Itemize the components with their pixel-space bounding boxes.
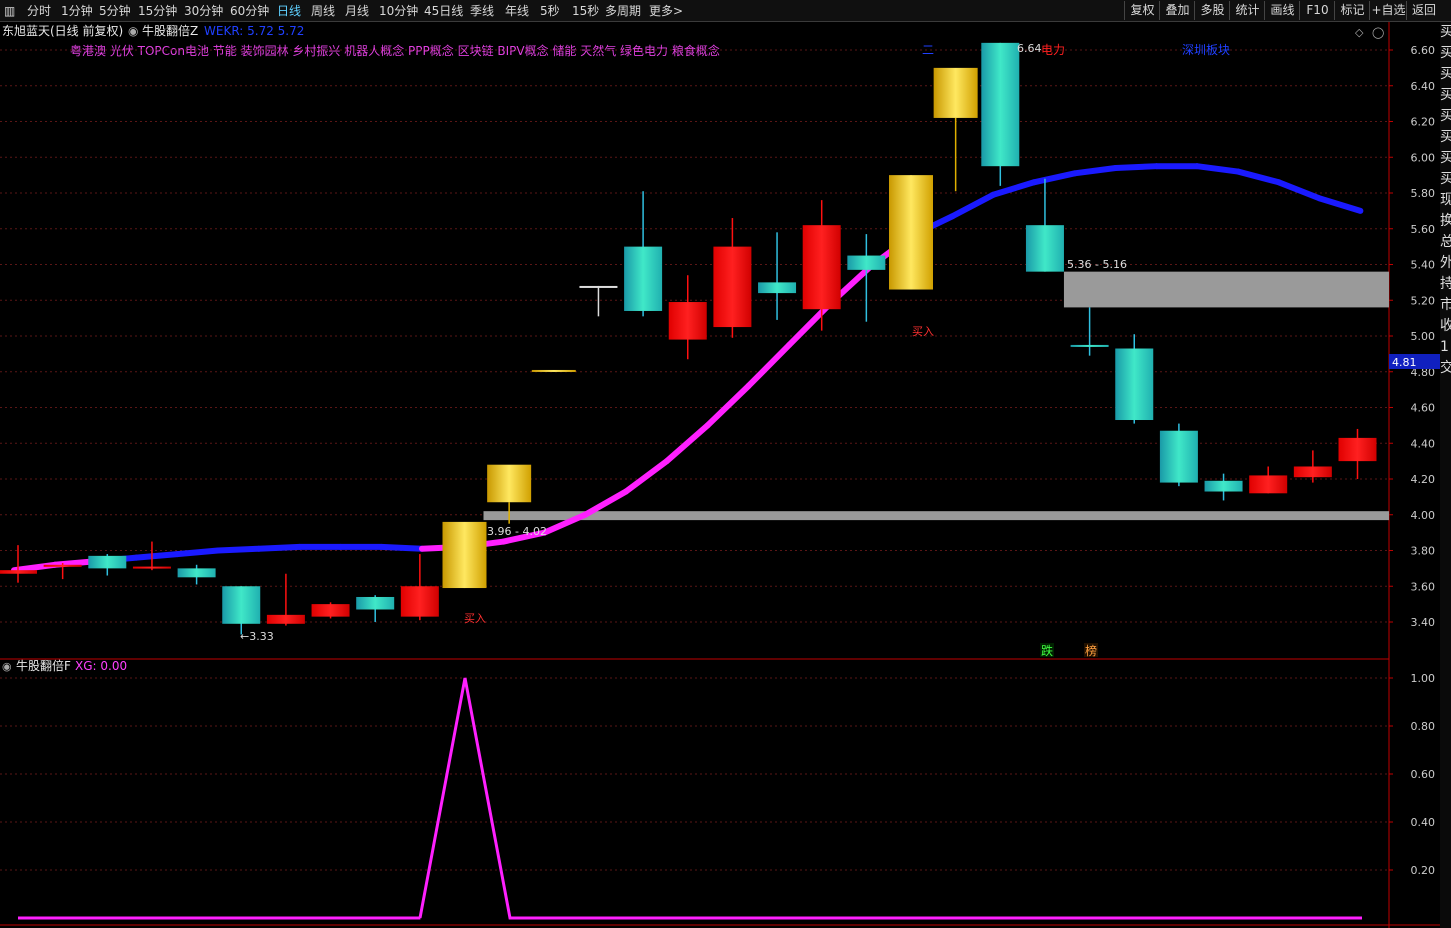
trend-segment-4 [174, 547, 221, 558]
candle-body-1 [43, 564, 82, 567]
diamond-icon[interactable]: ◇ [1355, 26, 1364, 39]
xg-panel-icon[interactable]: ◉ [2, 660, 12, 673]
trend-segment-6 [255, 543, 303, 552]
trend-segment-25 [1031, 170, 1078, 186]
candle-body-26 [1159, 430, 1198, 483]
zone-upper-label: 5.36 - 5.16 [1067, 258, 1127, 271]
buy-label-2: 买入 [912, 325, 934, 338]
price-tick-label-8: 5.00 [1411, 330, 1436, 343]
xg-tick-label-2: 0.60 [1411, 768, 1436, 781]
tag-shenzhen: 深圳板块 [1182, 43, 1230, 57]
candle-body-11 [487, 464, 532, 503]
price-tick-label-0: 3.40 [1411, 616, 1436, 629]
candle-body-3 [132, 566, 171, 569]
label-low: ←3.33 [240, 630, 274, 643]
candle-body-0 [0, 570, 37, 574]
tag-er: 二 [922, 43, 934, 57]
fall-badge: 跌 [1041, 643, 1053, 658]
price-tick-label-15: 6.40 [1411, 80, 1436, 93]
trend-segment-15 [623, 458, 670, 495]
candle-body-14 [624, 246, 663, 311]
trend-segment-30 [1235, 168, 1282, 186]
candle-body-25 [1115, 348, 1154, 421]
candle-body-20 [889, 175, 933, 290]
candlestick-chart: 3.403.603.804.004.204.404.604.805.005.20… [0, 22, 1440, 928]
xg-value: XG: 0.00 [75, 659, 127, 673]
candle-body-28 [1249, 475, 1288, 494]
zone-lower-label: 3.96 - 4.02 [487, 525, 547, 538]
candle-body-8 [356, 596, 395, 610]
trend-segment-17 [704, 383, 752, 429]
candle-body-21 [933, 67, 978, 118]
sidebar-text: 买买买买买买买买现换总外持市收1交 [1440, 24, 1451, 376]
trend-segment-24 [990, 179, 1037, 198]
price-tick-label-12: 5.80 [1411, 187, 1436, 200]
candle-body-22 [981, 42, 1020, 167]
trend-segment-18 [745, 341, 793, 390]
candle-body-7 [311, 604, 350, 617]
xg-tick-label-0: 0.20 [1411, 864, 1436, 877]
candle-body-10 [442, 521, 487, 589]
trend-line [11, 163, 1364, 574]
xg-panel-title[interactable]: 牛股翻倍F [16, 658, 71, 673]
price-tick-label-5: 4.40 [1411, 437, 1436, 450]
candle-body-17 [758, 282, 797, 294]
trend-segment-19 [786, 300, 833, 348]
candle-body-18 [802, 225, 841, 310]
list-badge: 榜 [1085, 643, 1097, 658]
candle-body-19 [847, 255, 886, 270]
current-price: 4.81 [1392, 356, 1417, 369]
xg-tick-label-4: 1.00 [1411, 672, 1436, 685]
candle-body-6 [266, 614, 305, 624]
price-tick-label-16: 6.60 [1411, 44, 1436, 57]
candle-body-27 [1204, 480, 1243, 492]
price-tick-label-14: 6.20 [1411, 116, 1436, 129]
candle-body-24 [1070, 344, 1109, 347]
candle-body-30 [1338, 437, 1377, 462]
price-tick-label-1: 3.60 [1411, 580, 1436, 593]
candle-body-15 [668, 302, 707, 340]
candle-body-9 [400, 586, 439, 617]
candle-body-16 [713, 246, 752, 328]
price-tick-label-10: 5.40 [1411, 259, 1436, 272]
annotations: 6.64 ←3.33 5.36 - 5.16 3.96 - 4.02 买入 买入… [2, 26, 1440, 673]
settings-icon[interactable]: ◯ [1372, 26, 1384, 39]
trend-segment-32 [1316, 195, 1364, 214]
price-tick-label-11: 5.60 [1411, 223, 1436, 236]
price-zone-0 [483, 511, 1389, 521]
trend-segment-9 [378, 543, 425, 552]
candle-body-2 [88, 555, 127, 569]
trend-segment-31 [1275, 179, 1323, 202]
candles [0, 42, 1377, 635]
trend-segment-27 [1112, 163, 1160, 171]
xg-tick-label-1: 0.40 [1411, 816, 1436, 829]
candle-body-23 [1025, 225, 1064, 272]
candle-body-4 [177, 568, 216, 578]
trend-segment-23 [949, 191, 997, 220]
trend-segment-5 [215, 545, 262, 554]
price-tick-label-13: 6.00 [1411, 151, 1436, 164]
price-tick-label-9: 5.20 [1411, 294, 1436, 307]
price-tick-label-6: 4.60 [1411, 402, 1436, 415]
candle-body-29 [1293, 466, 1332, 478]
xg-tick-label-3: 0.80 [1411, 720, 1436, 733]
buy-label-1: 买入 [464, 612, 486, 625]
trend-segment-29 [1194, 163, 1241, 175]
price-zone-1 [1063, 271, 1389, 308]
price-axis-labels: 3.403.603.804.004.204.404.604.805.005.20… [1389, 44, 1435, 877]
candle-body-5 [222, 586, 261, 624]
price-tick-label-2: 3.80 [1411, 545, 1436, 558]
xg-panel [18, 677, 1362, 920]
price-tick-label-3: 4.00 [1411, 509, 1436, 522]
tag-power: 电力 [1041, 43, 1065, 57]
trend-segment-3 [133, 551, 181, 561]
price-tick-label-4: 4.20 [1411, 473, 1436, 486]
side-info-panel: 买买买买买买买买现换总外持市收1交 [1440, 22, 1451, 928]
candle-body-13 [579, 285, 618, 288]
candle-body-12 [531, 369, 576, 372]
trend-segment-26 [1071, 164, 1119, 177]
label-high: 6.64 [1017, 42, 1042, 55]
xg-series-line [18, 677, 1362, 920]
